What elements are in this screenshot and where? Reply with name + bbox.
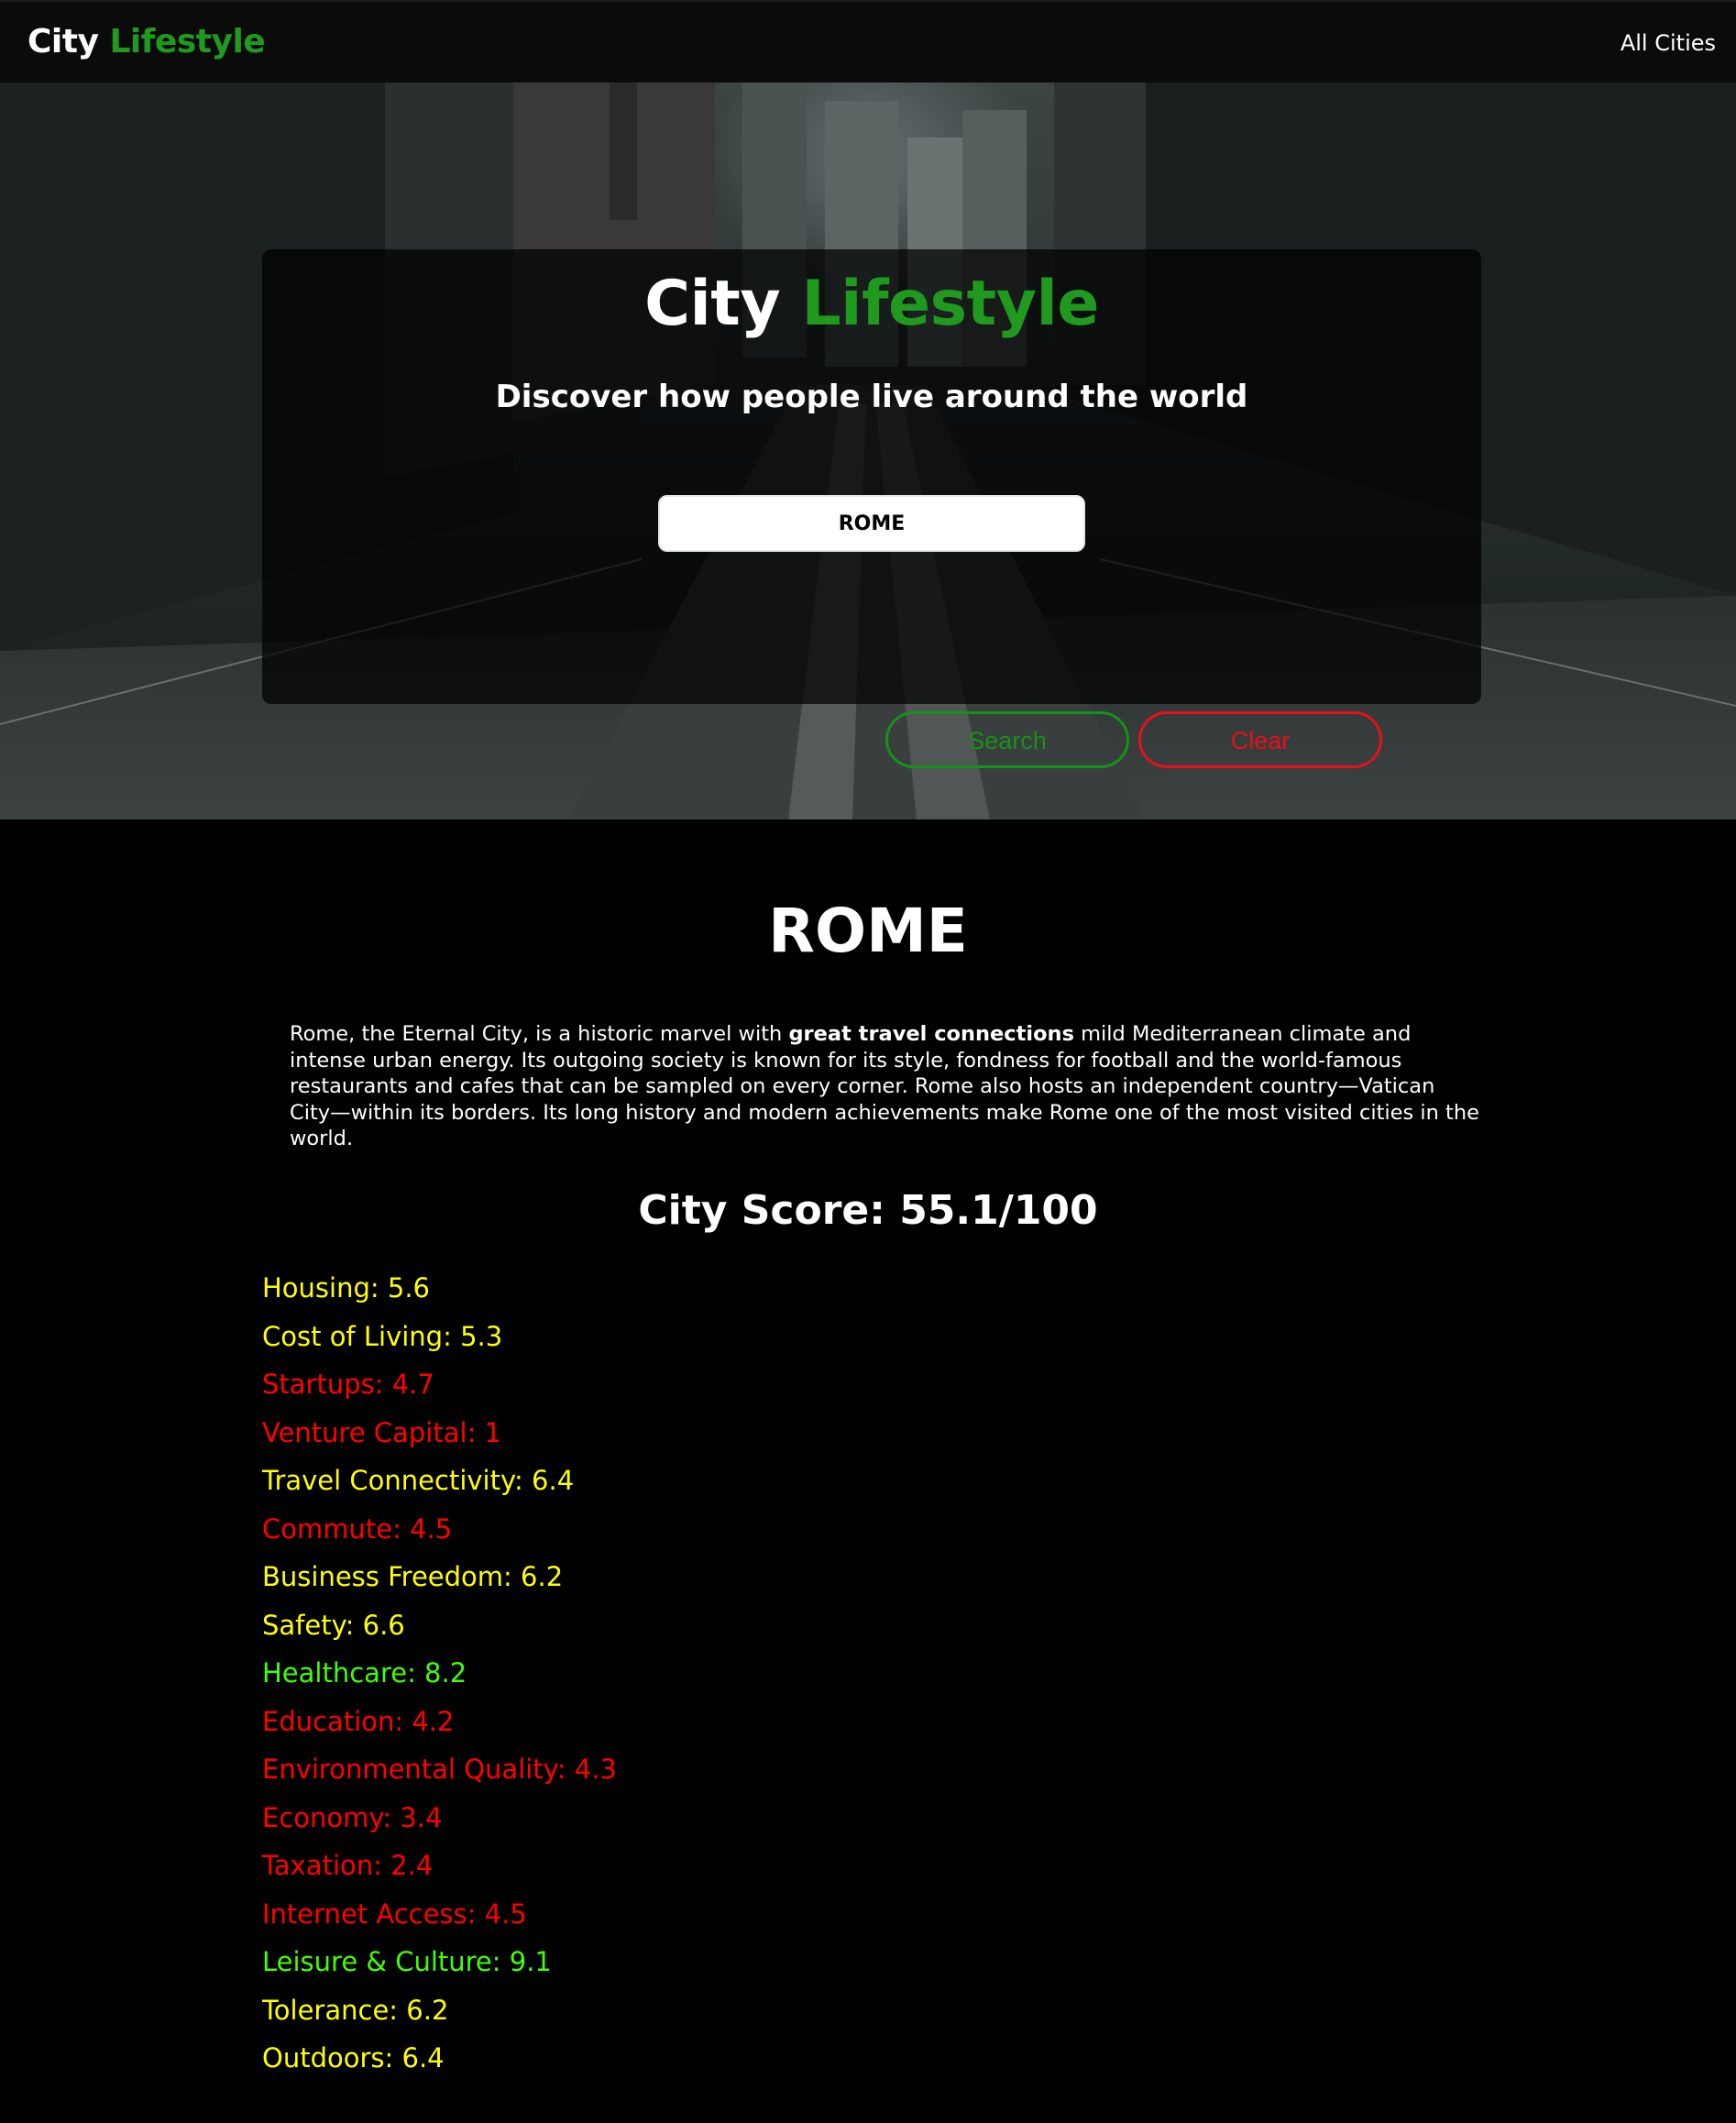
category-score-item: Housing: 5.6 <box>262 1272 430 1304</box>
category-score-item: Healthcare: 8.2 <box>262 1657 467 1688</box>
top-navbar: City Lifestyle All Cities <box>0 0 1736 82</box>
category-score-item: Leisure & Culture: 9.1 <box>262 1946 552 1977</box>
hero-title: City Lifestyle <box>262 266 1481 343</box>
category-score-item: Education: 4.2 <box>262 1705 455 1737</box>
city-search-input[interactable] <box>658 495 1085 552</box>
brand-text-city: City <box>27 23 99 60</box>
hero-title-city: City <box>644 268 781 340</box>
clear-button[interactable]: Clear <box>1138 711 1382 768</box>
hero-subtitle: Discover how people live around the worl… <box>495 379 1248 415</box>
category-score-item: Tolerance: 6.2 <box>262 1994 449 2026</box>
all-cities-link[interactable]: All Cities <box>1621 29 1716 57</box>
hero-section: City Lifestyle Discover how people live … <box>0 82 1736 820</box>
description-text-start: Rome, the Eternal City, is a historic ma… <box>290 1022 789 1046</box>
category-score-item: Business Freedom: 6.2 <box>262 1561 564 1592</box>
category-score-item: Environmental Quality: 4.3 <box>262 1754 617 1785</box>
category-score-item: Outdoors: 6.4 <box>262 2042 445 2074</box>
category-score-item: Economy: 3.4 <box>262 1801 443 1833</box>
brand-text-lifestyle: Lifestyle <box>109 23 266 60</box>
category-score-item: Taxation: 2.4 <box>262 1850 434 1881</box>
description-bold-text: great travel connections <box>788 1022 1074 1046</box>
hero-title-lifestyle: Lifestyle <box>801 268 1099 340</box>
brand-logo[interactable]: City Lifestyle <box>27 22 266 62</box>
city-description: Rome, the Eternal City, is a historic ma… <box>290 1021 1481 1152</box>
category-score-item: Safety: 6.6 <box>262 1609 405 1641</box>
search-panel: City Lifestyle Discover how people live … <box>262 249 1481 768</box>
category-score-item: Startups: 4.7 <box>262 1369 434 1400</box>
city-score-heading: City Score: 55.1/100 <box>638 1187 1098 1234</box>
category-scores-list: Housing: 5.6 Cost of Living: 5.3 Startups:… <box>262 1269 617 2087</box>
category-score-item: Internet Access: 4.5 <box>262 1898 527 1930</box>
category-score-item: Travel Connectivity: 6.4 <box>262 1465 575 1496</box>
city-name-heading: ROME <box>768 896 968 966</box>
category-score-item: Commute: 4.5 <box>262 1512 453 1545</box>
search-button[interactable]: Search <box>885 711 1129 768</box>
category-score-item: Cost of Living: 5.3 <box>262 1320 503 1352</box>
category-score-item: Venture Capital: 1 <box>262 1416 502 1448</box>
